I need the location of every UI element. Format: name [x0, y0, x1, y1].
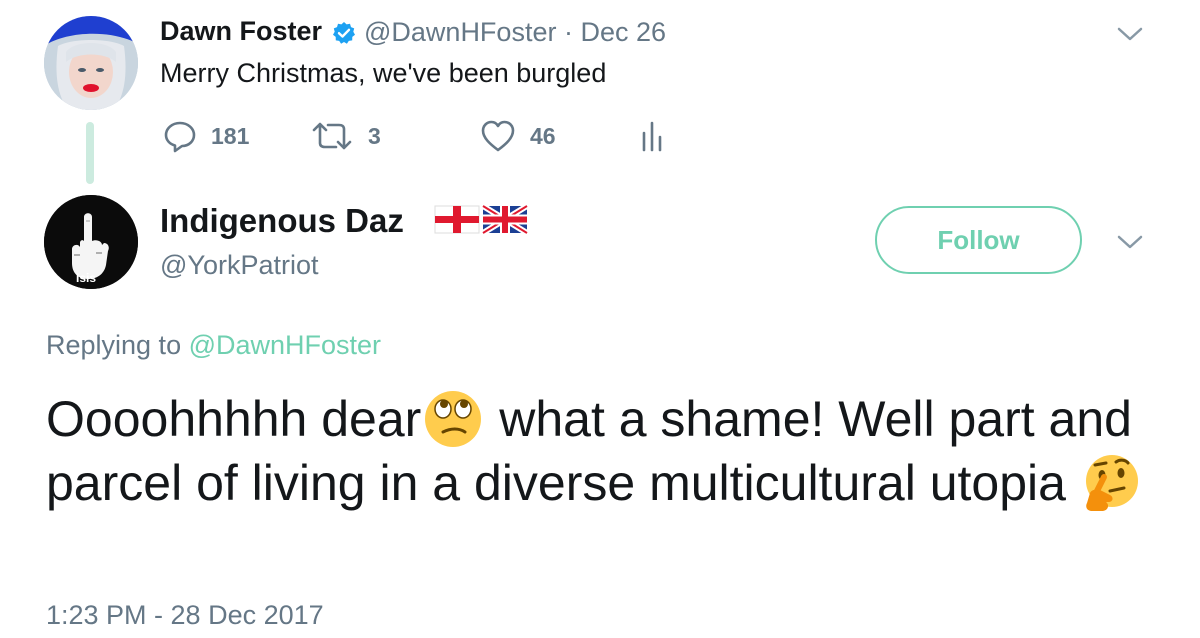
tweet-text-part1: Oooohhhhh dear [46, 391, 422, 447]
chevron-down-icon[interactable] [1115, 232, 1145, 252]
author-name[interactable]: Dawn Foster [160, 16, 322, 47]
reply-button[interactable]: 181 [163, 118, 249, 154]
tweet-timestamp[interactable]: 1:23 PM - 28 Dec 2017 [46, 600, 324, 631]
reply-icon [164, 121, 196, 153]
author-handle[interactable]: @DawnHFoster [364, 17, 556, 47]
avatar-dawn-foster[interactable] [44, 16, 138, 110]
analytics-button[interactable] [640, 118, 664, 154]
avatar-image [44, 16, 138, 110]
tweet-date[interactable]: · Dec 26 [564, 17, 666, 47]
uk-flag [481, 203, 529, 236]
author-name[interactable]: Indigenous Daz [160, 202, 404, 240]
avatar-caption: Isis [76, 271, 97, 285]
tweet-text: Oooohhhhh dear what a shame! Well part a… [46, 387, 1166, 515]
analytics-icon [642, 121, 662, 152]
tweet-text: Merry Christmas, we've been burgled [160, 58, 607, 88]
eye-roll-emoji [425, 390, 482, 447]
retweet-button[interactable]: 3 [310, 118, 381, 154]
retweet-count: 3 [368, 122, 381, 149]
avatar-indigenous-daz[interactable]: Isis [44, 195, 138, 289]
thinking-emoji [1085, 454, 1138, 511]
reply-count: 181 [211, 122, 250, 149]
replying-mention-link[interactable]: @DawnHFoster [189, 330, 381, 360]
chevron-down-icon[interactable] [1115, 24, 1145, 44]
like-count: 46 [530, 122, 556, 149]
flag-emojis [434, 203, 529, 236]
like-button[interactable]: 46 [480, 118, 556, 154]
author-handle-and-date: @DawnHFoster · Dec 26 [364, 17, 666, 48]
retweet-icon [312, 122, 352, 150]
follow-button[interactable]: Follow [875, 206, 1082, 274]
author-handle[interactable]: @YorkPatriot [160, 250, 318, 281]
like-icon [481, 120, 515, 152]
thread-connector [86, 122, 94, 184]
replying-to: Replying to @DawnHFoster [46, 330, 381, 361]
replying-prefix: Replying to [46, 330, 189, 360]
england-flag [434, 205, 480, 234]
verified-icon [333, 22, 355, 44]
